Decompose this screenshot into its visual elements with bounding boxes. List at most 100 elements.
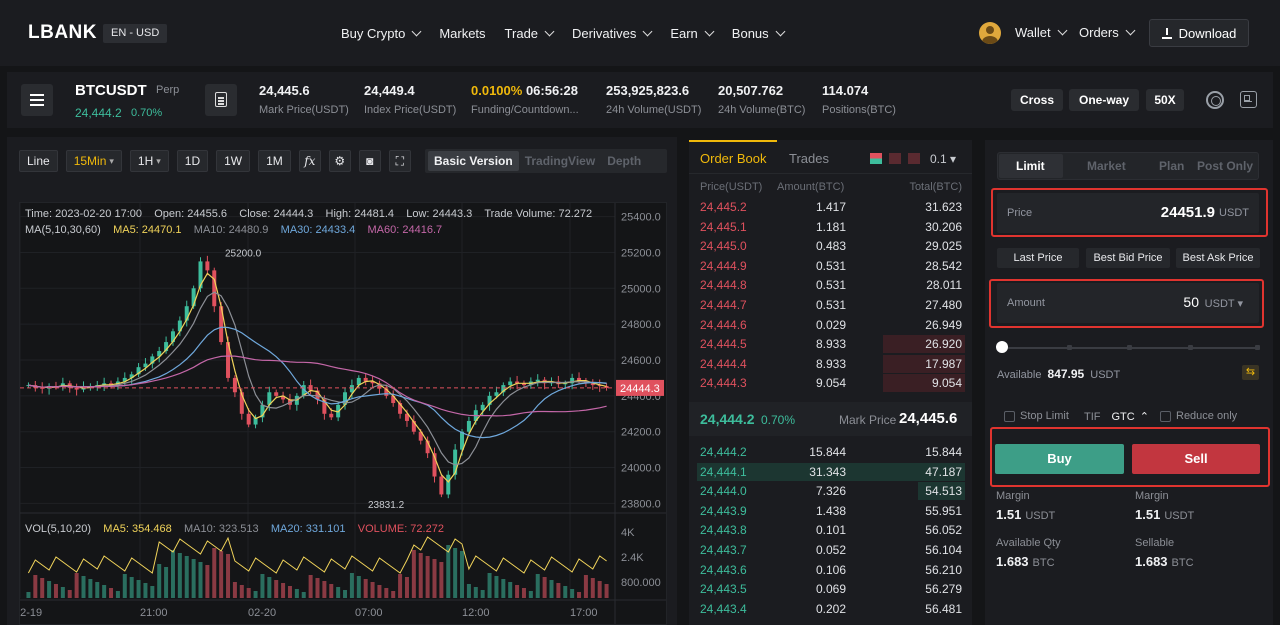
amount-value[interactable]: 50 [1183,294,1199,310]
nav-trade[interactable]: Trade [505,24,555,42]
sell-button[interactable]: Sell [1132,444,1260,474]
volume-bar [425,556,430,598]
nav-earn[interactable]: Earn [670,24,715,42]
transfer-icon[interactable]: ⇆ [1242,365,1259,380]
wallet-menu[interactable]: Wallet [1015,25,1068,40]
slider-mark-50[interactable] [1127,345,1132,350]
volume-bar [246,588,251,598]
interval-15min-button[interactable]: 15Min [65,150,122,172]
volume-bar [40,578,45,598]
ask-row[interactable]: 24,445.0 0.483 29.025 [689,236,972,256]
slider-mark-25[interactable] [1067,345,1072,350]
user-avatar-icon[interactable] [979,22,1001,44]
download-button[interactable]: Download [1149,19,1249,47]
funding-countdown: 06:56:28 [525,83,578,98]
price-value[interactable]: 24451.9 [1161,204,1215,221]
camera-icon[interactable]: ◙ [358,150,381,172]
ask-row[interactable]: 24,444.6 0.029 26.949 [689,315,972,335]
best-ask-price-button[interactable]: Best Ask Price [1176,248,1260,268]
position-mode-button[interactable]: One-way [1069,89,1139,111]
book-bids-icon[interactable] [908,153,920,164]
available-qty-value: 1.683 [996,554,1029,569]
interval-1w-button[interactable]: 1W [216,150,251,172]
tab-limit[interactable]: Limit [1016,159,1045,173]
bid-row[interactable]: 24,443.6 0.106 56.210 [689,560,972,580]
bid-row[interactable]: 24,443.4 0.202 56.481 [689,599,972,619]
bid-row[interactable]: 24,444.1 31.343 47.187 [689,462,972,482]
bid-row[interactable]: 24,443.8 0.101 56.052 [689,520,972,540]
bid-row[interactable]: 24,443.7 0.052 56.104 [689,540,972,560]
tab-market[interactable]: Market [1087,159,1126,173]
nav-derivatives[interactable]: Derivatives [572,24,653,42]
fx-icon[interactable]: 𝑓x [298,150,321,172]
layout-icon[interactable] [1240,91,1257,108]
candlestick-chart[interactable]: 25400.0 25200.0 25000.0 24800.0 24600.0 24400… [14,202,667,625]
slider-mark-75[interactable] [1188,345,1193,350]
line-button[interactable]: Line [19,150,58,172]
ask-row[interactable]: 24,444.9 0.531 28.542 [689,256,972,276]
interval-1h-button[interactable]: 1H [129,150,169,172]
last-price-button[interactable]: Last Price [997,248,1079,268]
bid-row[interactable]: 24,443.5 0.069 56.279 [689,579,972,599]
slider-mark-100[interactable] [1255,345,1260,350]
price-input[interactable]: Price 24451.9 USDT [997,193,1259,233]
bid-row[interactable]: 24,444.2 15.844 15.844 [689,442,972,462]
volume-bar [398,574,403,598]
slider-thumb[interactable] [996,341,1008,353]
mid-price-row: 24,444.2 0.70% Mark Price 24,445.6 [689,402,972,436]
tif-selector[interactable]: TIF GTC ⌃ [1084,410,1149,424]
fullscreen-icon[interactable]: ⛶ [388,150,411,172]
volume-bar [446,545,451,598]
nav-buy-crypto[interactable]: Buy Crypto [341,24,422,42]
ask-row[interactable]: 24,444.4 8.933 17.987 [689,354,972,374]
book-asks-icon[interactable] [889,153,901,164]
language-currency-selector[interactable]: EN - USD [103,24,168,43]
ask-row[interactable]: 24,445.1 1.181 30.206 [689,217,972,237]
settings-icon[interactable] [1206,91,1224,109]
ask-row[interactable]: 24,444.3 9.054 9.054 [689,373,972,393]
stop-limit-checkbox[interactable]: Stop Limit [1004,410,1069,422]
interval-1m-button[interactable]: 1M [258,150,291,172]
ask-row[interactable]: 24,444.5 8.933 26.920 [689,334,972,354]
best-bid-price-button[interactable]: Best Bid Price [1086,248,1170,268]
nav-bonus[interactable]: Bonus [732,24,786,42]
ask-row[interactable]: 24,444.8 0.531 28.011 [689,275,972,295]
settings-icon[interactable]: ⚙ [328,150,351,172]
volume-value: VOLUME: 72.272 [357,523,444,535]
volume-bar [287,586,292,598]
chart-canvas[interactable]: 25400.025200.025000.024800.024600.024400… [14,203,666,624]
tab-order-book[interactable]: Order Book [700,151,766,166]
candle-body [508,381,513,386]
tab-plan[interactable]: Plan [1159,159,1184,173]
trade-panel: Limit Market Plan Post Only Price 24451.… [985,140,1273,625]
contract-info-button[interactable] [205,84,237,116]
tab-trades[interactable]: Trades [789,151,829,166]
ask-row[interactable]: 24,445.2 1.417 31.623 [689,197,972,217]
nav-markets[interactable]: Markets [439,24,485,42]
amount-unit-selector[interactable]: USDT ▾ [1205,297,1243,310]
reduce-only-checkbox[interactable]: Reduce only [1160,410,1237,422]
view-basic[interactable]: Basic Version [428,151,519,171]
ohlc-low: Low: 24443.3 [406,208,473,220]
margin-mode-button[interactable]: Cross [1011,89,1063,111]
volume-bar [494,576,499,598]
bid-row[interactable]: 24,443.9 1.438 55.951 [689,501,972,521]
precision-selector[interactable]: 0.1 ▾ [930,152,956,166]
bid-row[interactable]: 24,444.0 7.326 54.513 [689,481,972,501]
lbank-logo[interactable]: LBANK [28,22,97,44]
buy-button[interactable]: Buy [995,444,1124,474]
tab-post-only[interactable]: Post Only [1197,159,1253,173]
buy-margin-value: 1.51 [996,507,1022,522]
row-amount: 1.181 [815,219,846,234]
view-depth[interactable]: Depth [601,151,647,171]
leverage-button[interactable]: 50X [1146,89,1184,111]
amount-input[interactable]: Amount 50 USDT ▾ [997,283,1259,323]
interval-1d-button[interactable]: 1D [176,150,209,172]
volume-bar [336,587,341,598]
book-both-sides-icon[interactable] [870,153,882,164]
view-tradingview[interactable]: TradingView [519,151,601,171]
ask-row[interactable]: 24,444.7 0.531 27.480 [689,295,972,315]
symbol-name[interactable]: BTCUSDT [75,82,147,99]
market-list-button[interactable] [21,84,53,116]
orders-menu[interactable]: Orders [1079,25,1136,40]
